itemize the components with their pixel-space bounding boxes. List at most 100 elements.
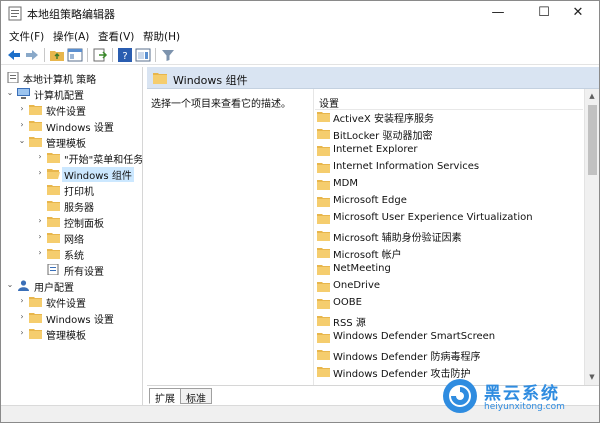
forward-arrow-icon[interactable]	[24, 47, 40, 63]
show-hide-tree-icon[interactable]	[67, 47, 83, 63]
tree-item-label: 网络	[64, 235, 84, 246]
toolbar-separator	[112, 48, 113, 62]
chevron-right-icon[interactable]: ›	[17, 311, 27, 323]
tree-item-label: 管理模板	[46, 331, 86, 342]
folder-icon	[317, 316, 330, 326]
folder-icon	[47, 233, 60, 243]
toolbar-separator	[155, 48, 156, 62]
menu-help[interactable]: 帮助(H)	[143, 29, 180, 44]
chevron-right-icon[interactable]: ›	[35, 231, 45, 243]
tree-item-label: Windows 组件	[62, 167, 134, 182]
folder-icon	[317, 214, 330, 224]
policy-editor-icon	[8, 6, 22, 21]
chevron-right-icon[interactable]: ›	[17, 103, 27, 115]
tree-item-software-settings[interactable]: › 软件设置	[17, 102, 142, 118]
tree-item-label: Windows 设置	[46, 315, 114, 326]
vertical-scrollbar[interactable]: ▲ ▼	[584, 89, 599, 385]
chevron-right-icon[interactable]: ›	[17, 119, 27, 131]
list-item-label: Microsoft Edge	[333, 195, 407, 206]
folder-icon	[317, 146, 330, 156]
tree-item-start-menu-taskbar[interactable]: › "开始"菜单和任务	[35, 150, 142, 166]
folder-icon	[29, 121, 42, 131]
details-pane: Windows 组件 选择一个项目来查看它的描述。 设置 ActiveX 安装程…	[147, 67, 599, 385]
chevron-right-icon[interactable]: ›	[17, 327, 27, 339]
folder-icon	[317, 129, 330, 139]
menu-view[interactable]: 查看(V)	[98, 29, 134, 44]
list-item-label: ActiveX 安装程序服务	[333, 114, 434, 125]
tree-item-label: Windows 设置	[46, 123, 114, 134]
menu-action[interactable]: 操作(A)	[53, 29, 89, 44]
scroll-up-arrow-icon[interactable]: ▲	[585, 89, 599, 103]
minimize-button[interactable]: —	[477, 1, 519, 27]
tree-item-windows-settings[interactable]: › Windows 设置	[17, 118, 142, 134]
tree-item-user-software-settings[interactable]: › 软件设置	[17, 294, 142, 310]
menu-file[interactable]: 文件(F)	[9, 29, 44, 44]
folder-icon	[47, 201, 60, 211]
title-bar: 本地组策略编辑器 — ☐ ✕	[1, 1, 599, 27]
properties-icon[interactable]	[135, 47, 151, 63]
tree-item-printers[interactable]: 打印机	[35, 182, 142, 198]
tree-item-label: 软件设置	[46, 107, 86, 118]
tab-extended[interactable]: 扩展	[149, 388, 181, 405]
pane-divider	[313, 89, 314, 385]
column-header-settings[interactable]: 设置	[319, 95, 339, 110]
help-icon[interactable]: ?	[117, 47, 133, 63]
filter-icon[interactable]	[160, 47, 176, 63]
close-button[interactable]: ✕	[557, 1, 599, 27]
policy-icon	[7, 72, 19, 83]
tree-item-server[interactable]: 服务器	[35, 198, 142, 214]
settings-icon	[47, 264, 59, 275]
scroll-down-arrow-icon[interactable]: ▼	[585, 370, 599, 384]
tree-pane[interactable]: 本地计算机 策略 ⌄ 计算机配置 › 软件设置 › Windows 设置 ⌄ 管…	[3, 67, 143, 405]
group-policy-editor-window: 本地组策略编辑器 — ☐ ✕ 文件(F) 操作(A) 查看(V) 帮助(H) ?…	[0, 0, 600, 423]
tree-item-all-settings[interactable]: 所有设置	[35, 262, 142, 278]
folder-icon	[29, 313, 42, 323]
list-item-label: RSS 源	[333, 318, 366, 329]
description-text: 选择一个项目来查看它的描述。	[151, 99, 291, 110]
chevron-down-icon[interactable]: ⌄	[17, 135, 27, 147]
tree-item-user-admin-templates[interactable]: › 管理模板	[17, 326, 142, 342]
list-item-label: NetMeeting	[333, 263, 391, 274]
tree-item-label: 服务器	[64, 203, 94, 214]
tree-item-label: 本地计算机 策略	[23, 75, 97, 86]
tab-standard[interactable]: 标准	[180, 388, 212, 405]
tree-item-label: 打印机	[64, 187, 94, 198]
chevron-right-icon[interactable]: ›	[17, 295, 27, 307]
watermark-title: 黑云系统	[484, 384, 560, 404]
folder-icon	[47, 185, 60, 195]
list-item-label: Windows Defender 防病毒程序	[333, 352, 481, 363]
tree-item-label: 管理模板	[46, 139, 86, 150]
tree-item-windows-components[interactable]: › Windows 组件	[35, 166, 142, 182]
list-item-label: OOBE	[333, 297, 362, 308]
chevron-right-icon[interactable]: ›	[35, 247, 45, 259]
tree-item-admin-templates[interactable]: ⌄ 管理模板	[17, 134, 142, 150]
chevron-down-icon[interactable]: ⌄	[5, 87, 15, 99]
folder-icon	[29, 297, 42, 307]
chevron-right-icon[interactable]: ›	[35, 167, 45, 179]
window-title: 本地组策略编辑器	[27, 8, 115, 21]
tree-item-computer-config[interactable]: ⌄ 计算机配置	[5, 86, 142, 102]
folder-icon	[317, 112, 330, 122]
back-arrow-icon[interactable]	[6, 47, 22, 63]
folder-icon	[29, 105, 42, 115]
folder-open-icon	[47, 169, 60, 179]
export-list-icon[interactable]	[92, 47, 108, 63]
watermark-logo	[443, 379, 477, 413]
tree-item-user-config[interactable]: ⌄ 用户配置	[5, 278, 142, 294]
tree-item-system[interactable]: › 系统	[35, 246, 142, 262]
folder-icon	[317, 248, 330, 258]
up-folder-icon[interactable]	[49, 47, 65, 63]
chevron-right-icon[interactable]: ›	[35, 151, 45, 163]
toolbar: ?	[1, 45, 599, 65]
scrollbar-thumb[interactable]	[588, 105, 597, 175]
tree-item-network[interactable]: › 网络	[35, 230, 142, 246]
tree-item-local-computer-policy[interactable]: 本地计算机 策略	[5, 70, 142, 86]
list-item-label: Microsoft 帐户	[333, 250, 402, 261]
tree-item-control-panel[interactable]: › 控制面板	[35, 214, 142, 230]
toolbar-separator	[87, 48, 88, 62]
chevron-right-icon[interactable]: ›	[35, 215, 45, 227]
chevron-down-icon[interactable]: ⌄	[5, 279, 15, 291]
folder-icon	[317, 350, 330, 360]
folder-icon	[153, 73, 167, 84]
tree-item-user-windows-settings[interactable]: › Windows 设置	[17, 310, 142, 326]
